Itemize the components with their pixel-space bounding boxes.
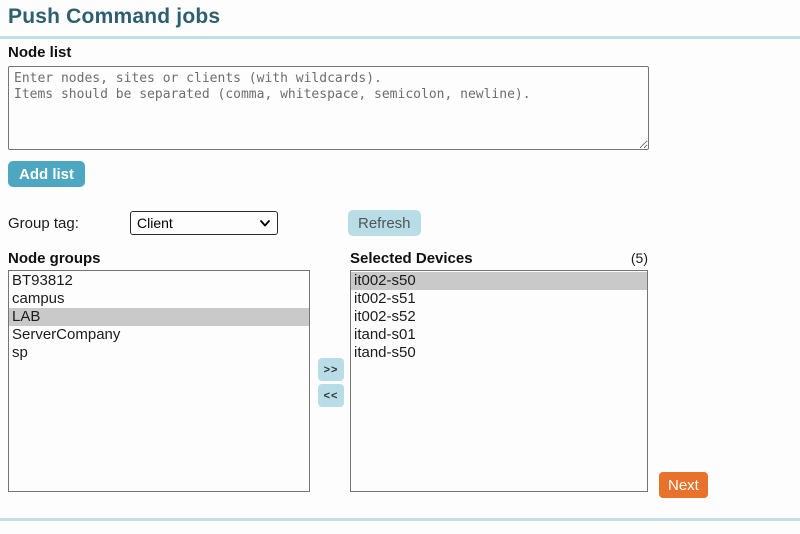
list-item[interactable]: campus [9,290,309,308]
group-tag-select[interactable]: Client [130,211,278,235]
bottom-divider [0,518,800,521]
move-right-button[interactable]: >> [318,358,344,381]
refresh-button[interactable]: Refresh [348,210,421,236]
node-list-label: Node list [8,44,71,61]
list-item[interactable]: it002-s50 [351,272,647,290]
selected-devices-header: Selected Devices (5) [350,250,648,267]
chevron-down-icon [259,217,271,229]
selected-devices-count: (5) [631,250,648,266]
top-divider [0,36,800,39]
list-item[interactable]: it002-s52 [351,308,647,326]
move-left-button[interactable]: << [318,384,344,407]
next-button[interactable]: Next [659,472,708,498]
list-item[interactable]: BT93812 [9,272,309,290]
list-item[interactable]: sp [9,344,309,362]
selected-devices-label: Selected Devices [350,250,473,267]
group-tag-label: Group tag: [8,215,79,232]
list-item[interactable]: LAB [9,308,309,326]
list-item[interactable]: itand-s50 [351,344,647,362]
add-list-button[interactable]: Add list [8,161,85,187]
list-item[interactable]: ServerCompany [9,326,309,344]
node-groups-label: Node groups [8,250,101,267]
list-item[interactable]: itand-s01 [351,326,647,344]
node-list-input[interactable] [8,66,649,150]
node-groups-listbox[interactable]: BT93812campusLABServerCompanysp [8,270,310,492]
group-tag-selected-value: Client [137,215,259,231]
page-title: Push Command jobs [8,5,220,29]
selected-devices-listbox[interactable]: it002-s50it002-s51it002-s52itand-s01itan… [350,270,648,492]
list-item[interactable]: it002-s51 [351,290,647,308]
